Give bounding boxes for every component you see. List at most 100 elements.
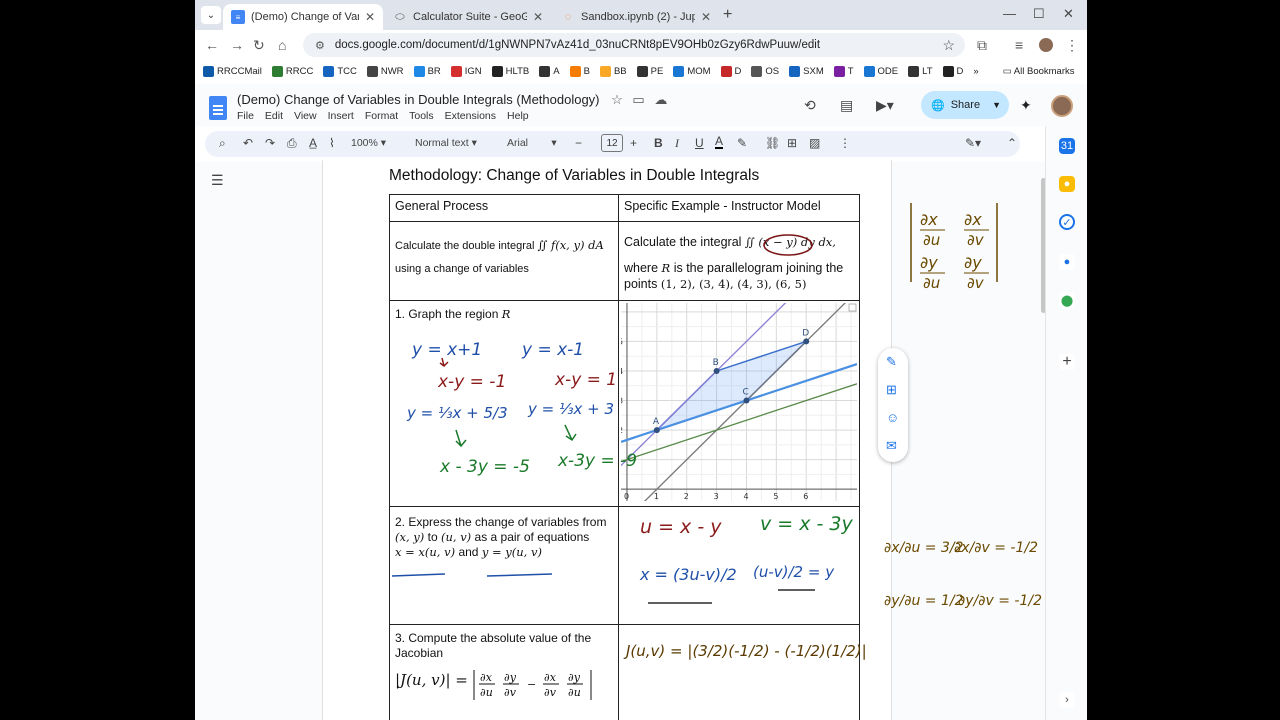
bookmark-item[interactable]: BR bbox=[413, 65, 441, 77]
close-icon[interactable]: ✕ bbox=[365, 10, 375, 24]
close-icon[interactable]: ✕ bbox=[533, 10, 543, 24]
menu-view[interactable]: View bbox=[294, 110, 317, 122]
table-cell[interactable] bbox=[618, 624, 860, 720]
methodology-table[interactable]: General Process Specific Example - Instr… bbox=[389, 194, 867, 720]
editing-mode-icon[interactable]: ✎▾ bbox=[965, 136, 981, 150]
extensions-icon[interactable]: ⧉ bbox=[977, 37, 987, 54]
bookmark-item[interactable]: D bbox=[942, 65, 963, 77]
point-B[interactable] bbox=[713, 367, 720, 374]
table-cell[interactable]: Calculate the double integral ∬ f(x, y) … bbox=[389, 221, 619, 301]
table-cell[interactable]: 3. Compute the absolute value of the Jac… bbox=[389, 624, 619, 720]
decrease-font-icon[interactable]: − bbox=[575, 136, 582, 150]
move-folder-icon[interactable]: ▭ bbox=[632, 92, 644, 107]
emoji-reaction-icon[interactable]: ☺ bbox=[886, 410, 899, 425]
highlight-icon[interactable]: ✎ bbox=[737, 136, 747, 150]
bookmark-item[interactable]: A bbox=[539, 65, 560, 77]
profile-avatar[interactable] bbox=[1039, 38, 1053, 52]
undo-icon[interactable]: ↶ bbox=[243, 136, 253, 150]
bookmark-item[interactable]: MOM bbox=[673, 65, 711, 77]
share-button[interactable]: 🌐 Share ▼ bbox=[921, 91, 1009, 119]
tab-jupyter[interactable]: ◌ Sandbox.ipynb (2) - JupyterLab ✕ bbox=[553, 4, 719, 30]
profile-menu-icon[interactable]: ≡ bbox=[1015, 37, 1023, 53]
bookmark-item[interactable]: BB bbox=[599, 65, 627, 77]
menu-extensions[interactable]: Extensions bbox=[445, 110, 496, 122]
menu-edit[interactable]: Edit bbox=[265, 110, 283, 122]
print-icon[interactable]: ⎙ bbox=[287, 136, 297, 151]
point-C[interactable] bbox=[743, 397, 750, 404]
bookmark-item[interactable]: SXM bbox=[789, 65, 824, 77]
increase-font-icon[interactable]: + bbox=[630, 136, 637, 150]
bookmark-item[interactable]: RRCCMail bbox=[203, 65, 262, 77]
insert-image-icon[interactable]: ▨ bbox=[809, 136, 820, 150]
graph-menu-icon[interactable] bbox=[848, 303, 857, 312]
search-icon[interactable]: ⌕ bbox=[219, 136, 226, 151]
outline-icon[interactable]: ☰ bbox=[211, 172, 224, 189]
bookmark-item[interactable]: D bbox=[720, 65, 741, 77]
bookmark-item[interactable]: RRCC bbox=[271, 65, 313, 77]
suggest-icon[interactable]: ✉ bbox=[886, 438, 897, 454]
spellcheck-icon[interactable]: A̲ bbox=[309, 136, 317, 150]
bookmark-star-icon[interactable]: ☆ bbox=[942, 37, 955, 54]
bookmark-item[interactable]: IGN bbox=[450, 65, 482, 77]
add-comment-icon[interactable]: ⊞ bbox=[787, 136, 797, 150]
bookmark-item[interactable]: OS bbox=[751, 65, 779, 77]
all-bookmarks-button[interactable]: ▭ All Bookmarks bbox=[1003, 66, 1075, 77]
bookmark-item[interactable]: LT bbox=[908, 65, 933, 77]
avatar[interactable] bbox=[1051, 95, 1073, 117]
docs-logo-icon[interactable] bbox=[209, 96, 227, 120]
font-size-input[interactable]: 12 bbox=[601, 134, 623, 152]
tasks-icon[interactable]: ✓ bbox=[1059, 214, 1075, 230]
tab-geogebra[interactable]: ⬭ Calculator Suite - GeoGebra ✕ bbox=[385, 4, 551, 30]
table-header-cell[interactable]: General Process bbox=[389, 194, 619, 222]
maximize-icon[interactable]: ☐ bbox=[1033, 6, 1045, 22]
close-icon[interactable]: ✕ bbox=[701, 10, 711, 24]
add-comment-icon[interactable]: ⊞ bbox=[886, 382, 897, 398]
bookmark-item[interactable]: HLTB bbox=[491, 65, 529, 77]
table-header-cell[interactable]: Specific Example - Instructor Model bbox=[618, 194, 860, 222]
add-addon-icon[interactable]: + bbox=[1059, 353, 1075, 370]
bookmark-item[interactable]: ODE bbox=[863, 65, 898, 77]
more-tools-icon[interactable]: ⋮ bbox=[839, 136, 851, 150]
collapse-icon[interactable]: ⌃ bbox=[1007, 136, 1017, 150]
bookmark-item[interactable]: B bbox=[569, 65, 590, 77]
home-icon[interactable]: ⌂ bbox=[278, 37, 286, 53]
document-heading[interactable]: Methodology: Change of Variables in Doub… bbox=[389, 167, 759, 185]
site-info-icon[interactable]: ⚙ bbox=[315, 39, 325, 52]
new-tab-icon[interactable]: + bbox=[723, 6, 732, 24]
underline-icon[interactable]: U bbox=[695, 136, 704, 150]
calendar-icon[interactable]: 31 bbox=[1059, 138, 1075, 154]
paint-format-icon[interactable]: ⌇ bbox=[329, 136, 335, 150]
tab-search-button[interactable]: ⌄ bbox=[201, 6, 221, 24]
minimize-icon[interactable]: — bbox=[1003, 6, 1016, 21]
bookmark-item[interactable]: T bbox=[833, 65, 854, 77]
italic-icon[interactable]: I bbox=[675, 136, 679, 151]
star-icon[interactable]: ☆ bbox=[611, 92, 623, 107]
back-icon[interactable]: ← bbox=[205, 37, 219, 53]
bookmark-item[interactable]: PE bbox=[636, 65, 663, 77]
bookmark-item[interactable]: NWR bbox=[366, 65, 404, 77]
text-color-icon[interactable]: A bbox=[715, 135, 724, 149]
table-cell[interactable]: 1. Graph the region R bbox=[389, 300, 619, 507]
table-cell[interactable]: 2. Express the change of variables from … bbox=[389, 506, 619, 625]
more-bookmarks-icon[interactable]: » bbox=[973, 66, 978, 77]
zoom-select[interactable]: 100% ▾ bbox=[351, 137, 386, 149]
gemini-icon[interactable]: ✦ bbox=[1020, 97, 1032, 114]
menu-file[interactable]: File bbox=[237, 110, 254, 122]
keep-icon[interactable]: ● bbox=[1059, 176, 1075, 192]
close-window-icon[interactable]: ✕ bbox=[1063, 6, 1074, 22]
point-A[interactable] bbox=[653, 427, 660, 434]
address-bar[interactable]: ⚙ docs.google.com/document/d/1gNWNPN7vAz… bbox=[303, 33, 965, 57]
redo-icon[interactable]: ↷ bbox=[265, 136, 275, 150]
reload-icon[interactable]: ↻ bbox=[253, 37, 265, 54]
bold-icon[interactable]: B bbox=[654, 136, 663, 150]
menu-insert[interactable]: Insert bbox=[328, 110, 354, 122]
table-cell[interactable]: Calculate the integral ∬ (x − y) dy dx, … bbox=[618, 221, 860, 301]
version-history-icon[interactable]: ⟲ bbox=[804, 97, 816, 114]
font-select[interactable]: Arial ▾ bbox=[507, 137, 557, 149]
maps-icon[interactable]: ⬤ bbox=[1059, 292, 1075, 308]
forward-icon[interactable]: → bbox=[230, 37, 244, 53]
tab-docs[interactable]: ≡ (Demo) Change of Variables in ✕ bbox=[223, 4, 383, 30]
link-icon[interactable]: ⛓ bbox=[765, 136, 780, 150]
geogebra-graph[interactable]: A B C D 0 1 2 3 4 5 6 2 3 4 5 bbox=[611, 231, 867, 526]
contacts-icon[interactable]: ● bbox=[1059, 254, 1075, 270]
